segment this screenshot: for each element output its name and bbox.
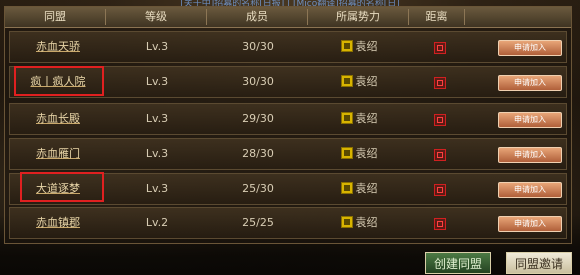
table-row: 赤血镇郡 Lv.2 25/25 袁绍 申请加入 xyxy=(9,207,567,239)
header-members: 成员 xyxy=(246,10,268,23)
header-distance: 距离 xyxy=(425,10,448,23)
alliance-name[interactable]: 赤血天骄 xyxy=(10,32,106,62)
alliance-force: 袁绍 xyxy=(309,174,409,204)
apply-join-button[interactable]: 申请加入 xyxy=(498,147,562,163)
distance-icon xyxy=(434,114,446,126)
table-row: 赤血雁门 Lv.3 28/30 袁绍 申请加入 xyxy=(9,138,567,170)
header-level: 等级 xyxy=(145,10,167,23)
alliance-invite-button[interactable]: 同盟邀请 xyxy=(506,252,572,274)
highlight-box xyxy=(20,172,104,202)
apply-join-button[interactable]: 申请加入 xyxy=(498,75,562,91)
apply-join-button[interactable]: 申请加入 xyxy=(498,112,562,128)
alliance-name[interactable]: 赤血雁门 xyxy=(10,139,106,169)
alliance-force: 袁绍 xyxy=(309,208,409,238)
alliance-force: 袁绍 xyxy=(309,139,409,169)
alliance-members: 25/25 xyxy=(242,216,274,229)
force-badge-icon xyxy=(340,147,353,159)
distance-icon xyxy=(434,77,446,89)
force-name: 袁绍 xyxy=(355,182,378,195)
alliance-name[interactable]: 赤血长殿 xyxy=(10,104,106,134)
force-badge-icon xyxy=(340,216,353,228)
distance-icon xyxy=(434,184,446,196)
force-badge-icon xyxy=(340,75,353,87)
force-name: 袁绍 xyxy=(355,40,378,53)
apply-join-button[interactable]: 申请加入 xyxy=(498,182,562,198)
alliance-level: Lv.3 xyxy=(145,182,169,195)
alliance-list-panel: 同盟 等级 成员 所属势力 距离 赤血天骄 Lv.3 30/30 袁绍 申请加入… xyxy=(4,6,572,244)
distance-icon xyxy=(434,218,446,230)
force-name: 袁绍 xyxy=(355,112,378,125)
distance-icon xyxy=(434,149,446,161)
distance-icon xyxy=(434,42,446,54)
table-row: 赤血长殿 Lv.3 29/30 袁绍 申请加入 xyxy=(9,103,567,135)
header-alliance: 同盟 xyxy=(44,10,66,23)
force-badge-icon xyxy=(340,112,353,124)
force-name: 袁绍 xyxy=(355,147,378,160)
alliance-level: Lv.2 xyxy=(145,216,169,229)
alliance-force: 袁绍 xyxy=(309,104,409,134)
force-badge-icon xyxy=(340,182,353,194)
apply-join-button[interactable]: 申请加入 xyxy=(498,40,562,56)
force-badge-icon xyxy=(340,40,353,52)
alliance-members: 28/30 xyxy=(242,147,274,160)
force-name: 袁绍 xyxy=(355,75,378,88)
apply-join-button[interactable]: 申请加入 xyxy=(498,216,562,232)
alliance-level: Lv.3 xyxy=(145,112,169,125)
table-row: 赤血天骄 Lv.3 30/30 袁绍 申请加入 xyxy=(9,31,567,63)
alliance-members: 29/30 xyxy=(242,112,274,125)
highlight-box xyxy=(14,66,104,96)
create-alliance-button[interactable]: 创建同盟 xyxy=(425,252,491,274)
alliance-level: Lv.3 xyxy=(145,40,169,53)
alliance-force: 袁绍 xyxy=(309,67,409,97)
alliance-force: 袁绍 xyxy=(309,32,409,62)
header-divider xyxy=(464,9,465,25)
alliance-level: Lv.3 xyxy=(145,147,169,160)
alliance-level: Lv.3 xyxy=(145,75,169,88)
alliance-members: 30/30 xyxy=(242,40,274,53)
force-name: 袁绍 xyxy=(355,216,378,229)
header-force: 所属势力 xyxy=(336,10,380,23)
alliance-name[interactable]: 赤血镇郡 xyxy=(10,208,106,238)
table-header: 同盟 等级 成员 所属势力 距离 xyxy=(5,7,571,28)
alliance-members: 25/30 xyxy=(242,182,274,195)
alliance-members: 30/30 xyxy=(242,75,274,88)
